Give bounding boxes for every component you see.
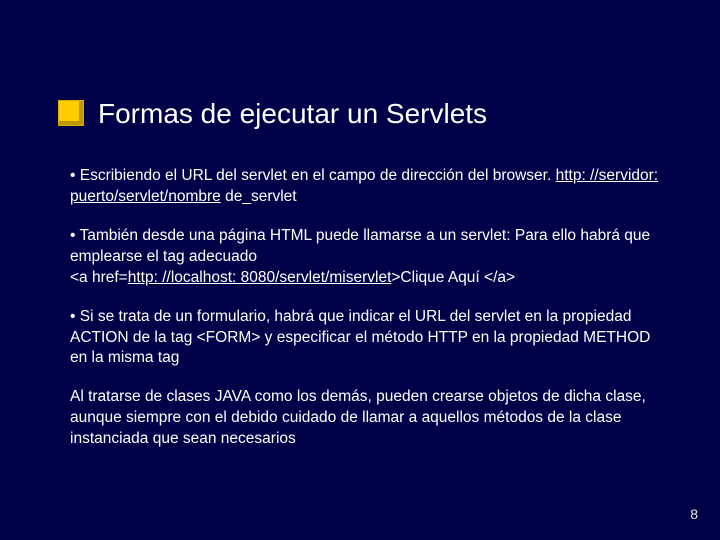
bullet-2-code-suffix: >Clique Aquí </a> (391, 269, 515, 286)
title-bullet-square-icon (58, 100, 84, 126)
bullet-4-text: Al tratarse de clases JAVA como los demá… (70, 388, 646, 447)
bullet-2-link[interactable]: http: //localhost: 8080/servlet/miservle… (128, 269, 392, 286)
bullet-1-text-a: • Escribiendo el URL del servlet en el c… (70, 167, 556, 184)
bullet-2: • También desde una página HTML puede ll… (70, 226, 670, 289)
bullet-2-code-prefix: <a href= (70, 269, 128, 286)
slide-title: Formas de ejecutar un Servlets (98, 98, 487, 130)
slide-body: • Escribiendo el URL del servlet en el c… (70, 166, 670, 468)
slide-root: Formas de ejecutar un Servlets • Escribi… (0, 0, 720, 540)
bullet-1: • Escribiendo el URL del servlet en el c… (70, 166, 670, 208)
bullet-1-text-b: de_servlet (221, 188, 297, 205)
bullet-4: Al tratarse de clases JAVA como los demá… (70, 387, 670, 450)
bullet-3-text: • Si se trata de un formulario, habrá qu… (70, 308, 650, 367)
bullet-2-line-a: • También desde una página HTML puede ll… (70, 227, 650, 265)
bullet-3: • Si se trata de un formulario, habrá qu… (70, 307, 670, 370)
title-row: Formas de ejecutar un Servlets (58, 98, 680, 130)
page-number: 8 (690, 506, 698, 522)
